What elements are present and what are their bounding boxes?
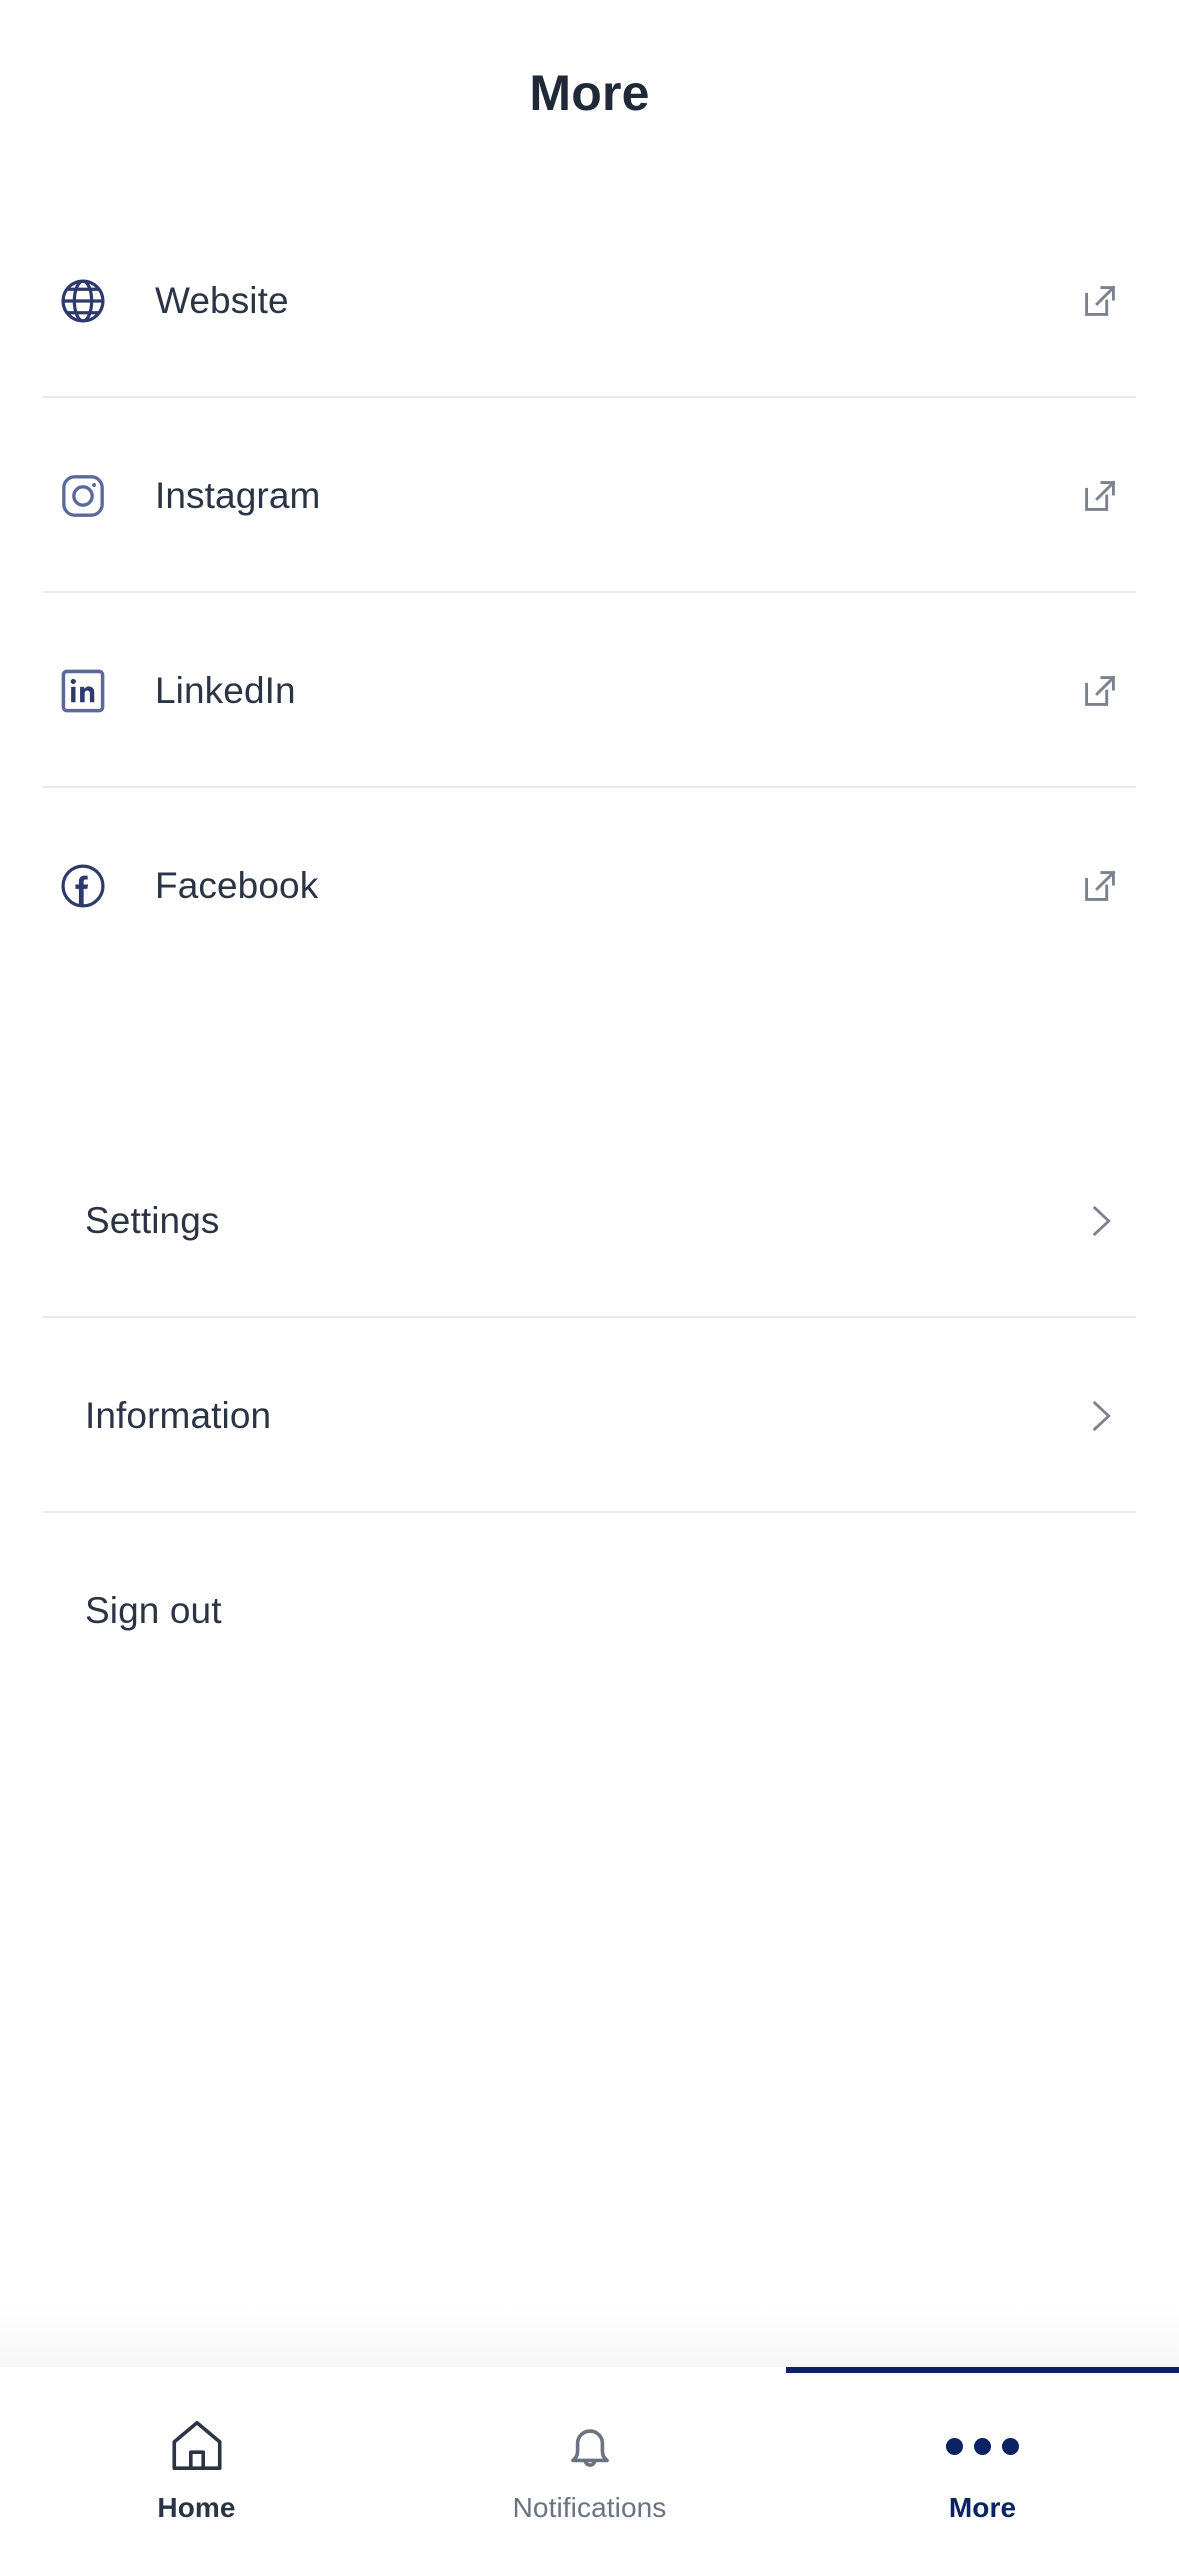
list-item-label: Instagram bbox=[155, 474, 321, 516]
list-item-sign-out[interactable]: Sign out bbox=[0, 1513, 1179, 1708]
list-item-label: Facebook bbox=[155, 864, 319, 906]
list-item-settings[interactable]: Settings bbox=[0, 1123, 1179, 1318]
chevron-right-icon[interactable] bbox=[1073, 1389, 1127, 1443]
list-item-label: Sign out bbox=[85, 1589, 222, 1631]
instagram-icon bbox=[55, 468, 111, 524]
list-item-instagram[interactable]: Instagram bbox=[0, 398, 1179, 593]
house-icon bbox=[166, 2410, 228, 2482]
linkedin-icon bbox=[55, 663, 111, 719]
external-link-icon[interactable] bbox=[1073, 469, 1127, 523]
more-screen: More Website Instagram LinkedIn Facebook… bbox=[0, 0, 1179, 2553]
facebook-icon bbox=[55, 858, 111, 914]
external-link-icon[interactable] bbox=[1073, 274, 1127, 328]
external-link-icon[interactable] bbox=[1073, 859, 1127, 913]
account-settings-list: Settings Information Sign out bbox=[0, 1123, 1179, 1708]
nav-tab-label: More bbox=[948, 2492, 1017, 2523]
nav-tab-notifications[interactable]: Notifications bbox=[393, 2367, 786, 2553]
social-links-list: Website Instagram LinkedIn Facebook bbox=[0, 203, 1179, 983]
nav-tab-label: Notifications bbox=[512, 2492, 667, 2523]
list-item-website[interactable]: Website bbox=[0, 203, 1179, 398]
list-item-facebook[interactable]: Facebook bbox=[0, 788, 1179, 983]
list-item-label: Settings bbox=[85, 1199, 220, 1241]
bell-icon bbox=[559, 2410, 621, 2482]
nav-tab-more[interactable]: More bbox=[786, 2367, 1179, 2553]
list-item-label: Information bbox=[85, 1394, 272, 1436]
external-link-icon[interactable] bbox=[1073, 664, 1127, 718]
list-item-label: LinkedIn bbox=[155, 669, 296, 711]
nav-tab-home[interactable]: Home bbox=[0, 2367, 393, 2553]
chevron-right-icon[interactable] bbox=[1073, 1194, 1127, 1248]
dot bbox=[974, 2437, 991, 2455]
bottom-nav-shadow bbox=[0, 2307, 1179, 2367]
nav-tab-label: Home bbox=[157, 2492, 236, 2523]
globe-icon bbox=[55, 273, 111, 329]
dot bbox=[1002, 2437, 1019, 2455]
bottom-navigation-bar: Home Notifications More bbox=[0, 2367, 1179, 2553]
list-item-label: Website bbox=[155, 279, 289, 321]
dot bbox=[946, 2437, 963, 2455]
screen-header: More bbox=[0, 0, 1179, 185]
list-item-information[interactable]: Information bbox=[0, 1318, 1179, 1513]
page-title: More bbox=[529, 64, 650, 121]
dots-icon bbox=[946, 2410, 1019, 2482]
list-item-linkedin[interactable]: LinkedIn bbox=[0, 593, 1179, 788]
